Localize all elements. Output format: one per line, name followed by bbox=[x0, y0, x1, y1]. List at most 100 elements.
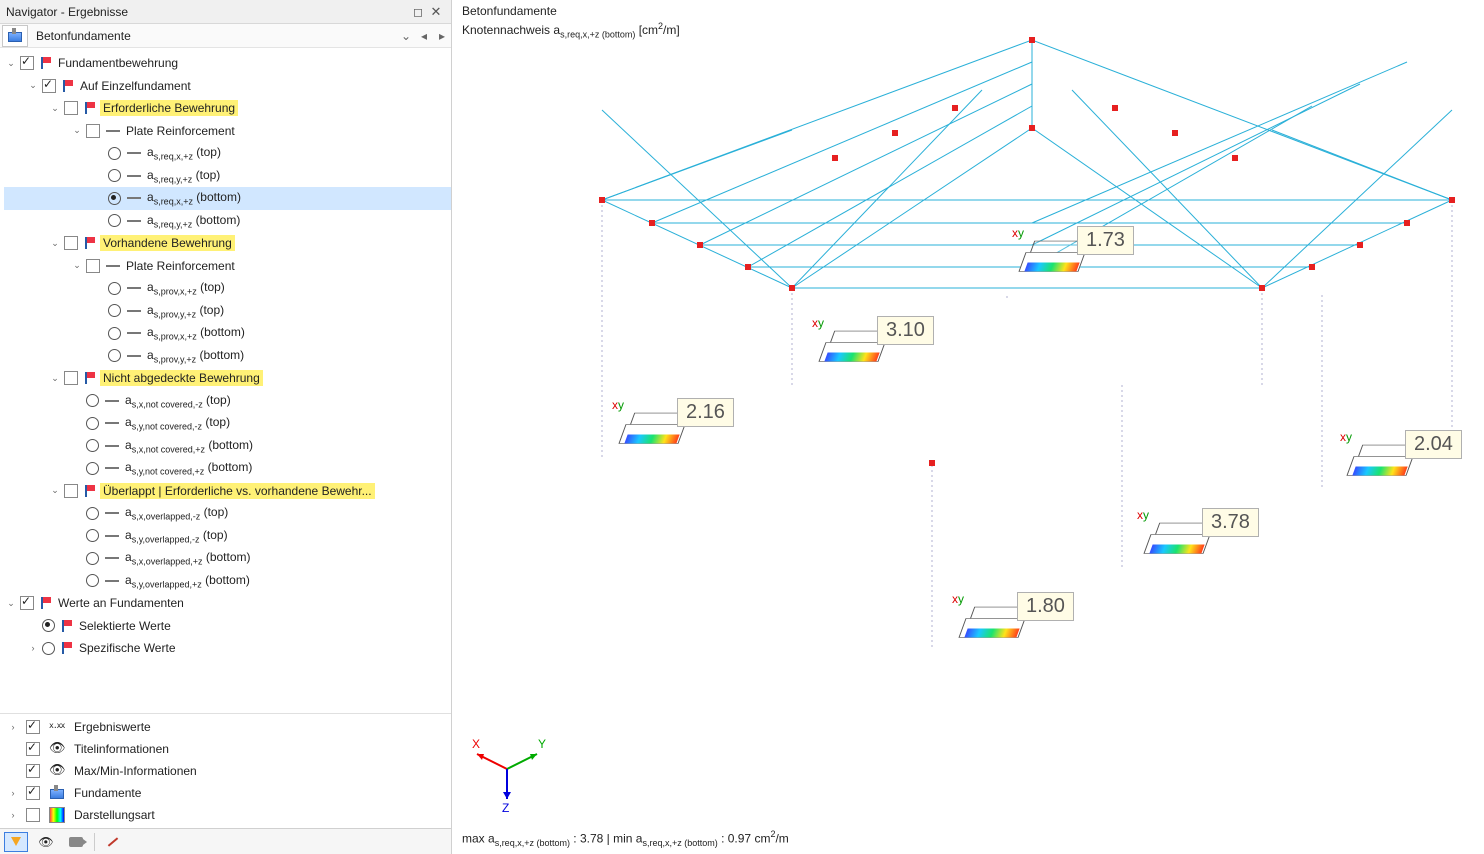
tree-r3-selected[interactable]: as,req,x,+z (bottom) bbox=[4, 187, 451, 210]
checkbox[interactable] bbox=[64, 484, 78, 498]
tree-p3[interactable]: as,prov,x,+z (bottom) bbox=[4, 322, 451, 345]
flag-icon bbox=[83, 371, 97, 385]
tree-label: as,req,y,+z (bottom) bbox=[145, 213, 240, 229]
radio[interactable] bbox=[86, 439, 99, 452]
radio[interactable] bbox=[86, 574, 99, 587]
tree-r4[interactable]: as,req,y,+z (bottom) bbox=[4, 210, 451, 233]
tree-o4[interactable]: as,y,overlapped,+z (bottom) bbox=[4, 570, 451, 593]
nav-prev-icon[interactable]: ◂ bbox=[415, 29, 433, 43]
radio[interactable] bbox=[108, 147, 121, 160]
twisty-icon[interactable]: › bbox=[26, 643, 40, 653]
camera-button[interactable] bbox=[64, 832, 88, 852]
twisty-icon[interactable]: ⌄ bbox=[70, 125, 84, 136]
tree-r1[interactable]: as,req,x,+z (top) bbox=[4, 142, 451, 165]
navigator-type-dropdown[interactable]: Betonfundamente ⌄ ◂ ▸ bbox=[0, 24, 451, 48]
tree-p4[interactable]: as,prov,y,+z (bottom) bbox=[4, 345, 451, 368]
tree-n2[interactable]: as,y,not covered,-z (top) bbox=[4, 412, 451, 435]
twisty-icon[interactable]: ⌄ bbox=[26, 80, 40, 91]
eye-button[interactable]: 👁 bbox=[34, 832, 58, 852]
eye-icon: 👁 bbox=[49, 763, 65, 779]
tree-root[interactable]: ⌄ Fundamentbewehrung bbox=[4, 52, 451, 75]
tree-n1[interactable]: as,x,not covered,-z (top) bbox=[4, 390, 451, 413]
checkbox[interactable] bbox=[26, 720, 40, 734]
tree-vorhandene[interactable]: ⌄ Vorhandene Bewehrung bbox=[4, 232, 451, 255]
pin-icon[interactable]: ◻ bbox=[409, 3, 427, 21]
radio[interactable] bbox=[108, 282, 121, 295]
radio[interactable] bbox=[86, 462, 99, 475]
line-icon bbox=[104, 438, 120, 454]
twisty-icon[interactable]: › bbox=[6, 810, 20, 820]
display-options: › x.xx Ergebniswerte 👁 Titelinformatione… bbox=[0, 714, 451, 828]
radio[interactable] bbox=[86, 417, 99, 430]
tree-spez[interactable]: › Spezifische Werte bbox=[4, 637, 451, 660]
radio[interactable] bbox=[108, 349, 121, 362]
tree-auf-einzel[interactable]: ⌄ Auf Einzelfundament bbox=[4, 75, 451, 98]
tree-p1[interactable]: as,prov,x,+z (top) bbox=[4, 277, 451, 300]
opt-ergebnis[interactable]: › x.xx Ergebniswerte bbox=[0, 716, 451, 738]
line-icon bbox=[104, 505, 120, 521]
opt-titel[interactable]: 👁 Titelinformationen bbox=[0, 738, 451, 760]
results-tree[interactable]: ⌄ Fundamentbewehrung ⌄ Auf Einzelfundame… bbox=[0, 48, 451, 714]
twisty-icon[interactable]: › bbox=[6, 788, 20, 798]
tree-label: as,req,x,+z (top) bbox=[145, 145, 221, 161]
radio[interactable] bbox=[86, 394, 99, 407]
checkbox[interactable] bbox=[20, 596, 34, 610]
opt-darstellung[interactable]: › Darstellungsart bbox=[0, 804, 451, 826]
twisty-icon[interactable]: ⌄ bbox=[48, 485, 62, 496]
pointer-button[interactable] bbox=[4, 832, 28, 852]
radio[interactable] bbox=[108, 304, 121, 317]
checkbox[interactable] bbox=[64, 101, 78, 115]
tree-label: as,prov,y,+z (bottom) bbox=[145, 348, 244, 364]
tree-erforderliche[interactable]: ⌄ Erforderliche Bewehrung bbox=[4, 97, 451, 120]
tree-plate2[interactable]: ⌄ Plate Reinforcement bbox=[4, 255, 451, 278]
opt-maxmin[interactable]: 👁 Max/Min-Informationen bbox=[0, 760, 451, 782]
checkbox[interactable] bbox=[86, 259, 100, 273]
tree-n3[interactable]: as,x,not covered,+z (bottom) bbox=[4, 435, 451, 458]
radio[interactable] bbox=[42, 642, 55, 655]
twisty-icon[interactable]: ⌄ bbox=[48, 238, 62, 249]
chevron-down-icon[interactable]: ⌄ bbox=[397, 29, 415, 43]
nav-next-icon[interactable]: ▸ bbox=[433, 29, 451, 43]
tree-o3[interactable]: as,x,overlapped,+z (bottom) bbox=[4, 547, 451, 570]
radio[interactable] bbox=[108, 214, 121, 227]
checkbox[interactable] bbox=[86, 124, 100, 138]
eye-icon: 👁 bbox=[49, 741, 65, 757]
twisty-icon[interactable]: ⌄ bbox=[48, 103, 62, 114]
tree-sel[interactable]: Selektierte Werte bbox=[4, 615, 451, 638]
radio[interactable] bbox=[108, 169, 121, 182]
footing-value-label: 1.73 bbox=[1077, 226, 1134, 255]
tree-ueberlappt[interactable]: ⌄ Überlappt | Erforderliche vs. vorhande… bbox=[4, 480, 451, 503]
checkbox[interactable] bbox=[64, 236, 78, 250]
opt-fundamente[interactable]: › Fundamente bbox=[0, 782, 451, 804]
tree-p2[interactable]: as,prov,y,+z (top) bbox=[4, 300, 451, 323]
tree-n4[interactable]: as,y,not covered,+z (bottom) bbox=[4, 457, 451, 480]
tree-plate1[interactable]: ⌄ Plate Reinforcement bbox=[4, 120, 451, 143]
twisty-icon[interactable]: ⌄ bbox=[48, 373, 62, 384]
radio[interactable] bbox=[108, 327, 121, 340]
checkbox[interactable] bbox=[26, 742, 40, 756]
twisty-icon[interactable]: ⌄ bbox=[70, 260, 84, 271]
radio[interactable] bbox=[108, 192, 121, 205]
radio[interactable] bbox=[86, 507, 99, 520]
radio[interactable] bbox=[86, 552, 99, 565]
pen-button[interactable] bbox=[101, 832, 125, 852]
checkbox[interactable] bbox=[20, 56, 34, 70]
model-viewport[interactable]: Betonfundamente Knotennachweis as,req,x,… bbox=[452, 0, 1484, 854]
checkbox[interactable] bbox=[64, 371, 78, 385]
twisty-icon[interactable]: ⌄ bbox=[4, 58, 18, 69]
tree-nicht[interactable]: ⌄ Nicht abgedeckte Bewehrung bbox=[4, 367, 451, 390]
radio[interactable] bbox=[42, 619, 55, 632]
tree-o2[interactable]: as,y,overlapped,-z (top) bbox=[4, 525, 451, 548]
twisty-icon[interactable]: ⌄ bbox=[4, 598, 18, 609]
tree-o1[interactable]: as,x,overlapped,-z (top) bbox=[4, 502, 451, 525]
tree-label: Fundamentbewehrung bbox=[56, 56, 178, 70]
tree-werte[interactable]: ⌄ Werte an Fundamenten bbox=[4, 592, 451, 615]
radio[interactable] bbox=[86, 529, 99, 542]
checkbox[interactable] bbox=[26, 764, 40, 778]
tree-r2[interactable]: as,req,y,+z (top) bbox=[4, 165, 451, 188]
twisty-icon[interactable]: › bbox=[6, 722, 20, 732]
checkbox[interactable] bbox=[42, 79, 56, 93]
checkbox[interactable] bbox=[26, 786, 40, 800]
checkbox[interactable] bbox=[26, 808, 40, 822]
close-icon[interactable]: ✕ bbox=[427, 3, 445, 21]
